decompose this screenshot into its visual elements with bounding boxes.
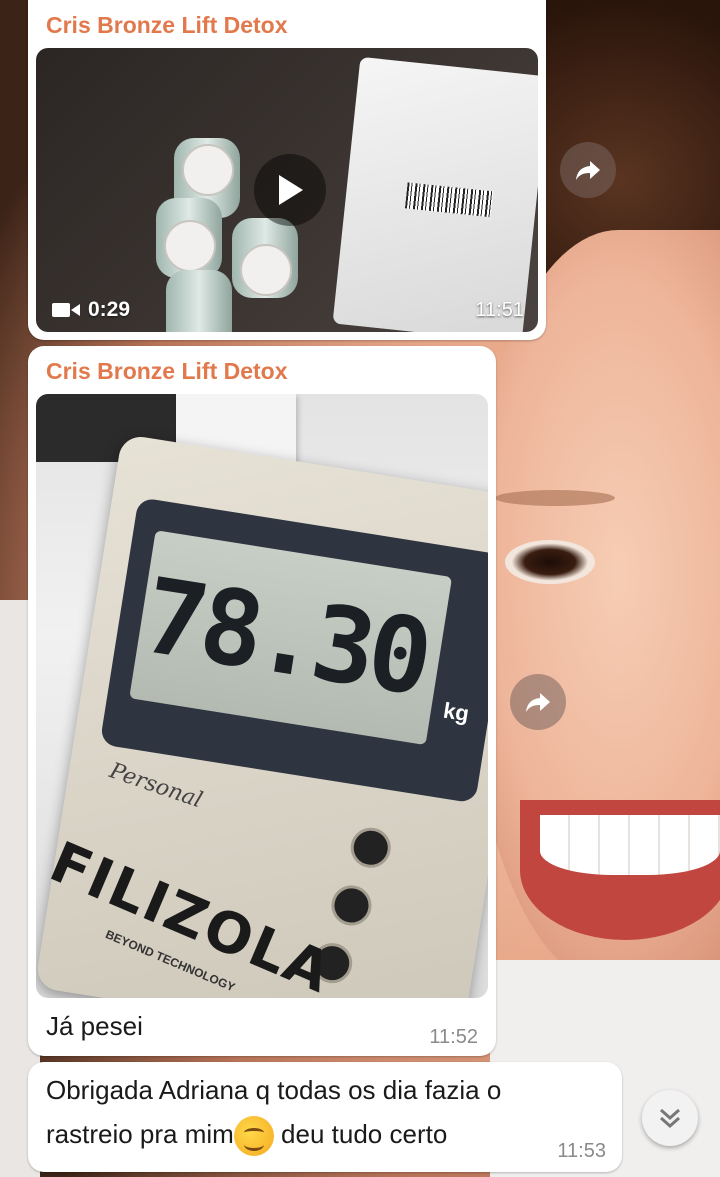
shipping-package <box>332 56 538 332</box>
message-text-part: deu tudo certo <box>273 1119 448 1149</box>
message-line-1: Obrigada Adriana q todas os dia fazia o <box>46 1075 502 1105</box>
forward-button[interactable] <box>560 142 616 198</box>
forward-icon <box>576 161 600 180</box>
play-button[interactable] <box>254 154 326 226</box>
scale-knob <box>347 824 394 871</box>
forward-button[interactable] <box>510 674 566 730</box>
photo-image[interactable]: 78.30 kg Personal FILIZOLA BEYOND TECHNO… <box>36 394 488 998</box>
message-line-2: rastreio pra mim deu tudo certo <box>46 1112 616 1157</box>
message-time: 11:53 <box>557 1140 606 1162</box>
bottle-cap <box>182 144 234 196</box>
scale-reading: 78.30 <box>129 530 453 746</box>
scale-model: Personal <box>106 758 206 814</box>
sender-name[interactable]: Cris Bronze Lift Detox <box>46 358 288 385</box>
message-text[interactable]: Obrigada Adriana q todas os dia fazia o … <box>28 1062 622 1172</box>
wallpaper-eye <box>505 540 595 584</box>
bottle-cap <box>240 244 292 296</box>
duration-text: 0:29 <box>88 298 131 321</box>
message-body: Obrigada Adriana q todas os dia fazia o … <box>46 1068 616 1157</box>
barcode <box>404 182 494 218</box>
video-camera-icon <box>52 303 80 317</box>
message-video[interactable]: Cris Bronze Lift Detox 0:29 11:51 <box>28 0 546 340</box>
photo-background: 78.30 kg Personal FILIZOLA BEYOND TECHNO… <box>36 394 488 998</box>
message-photo[interactable]: Cris Bronze Lift Detox 78.30 kg Personal… <box>28 346 496 1056</box>
message-text-part: rastreio pra mim <box>46 1119 234 1149</box>
scale-knob <box>328 882 375 929</box>
double-chevron-down-icon <box>660 1108 680 1129</box>
sender-name[interactable]: Cris Bronze Lift Detox <box>46 12 288 39</box>
video-duration: 0:29 <box>52 298 130 322</box>
wallpaper-teeth <box>540 815 720 875</box>
video-thumbnail[interactable]: 0:29 11:51 <box>36 48 538 332</box>
bottle <box>166 270 232 332</box>
scroll-to-bottom-button[interactable] <box>642 1090 698 1146</box>
play-icon <box>279 175 303 205</box>
scale-display: 78.30 kg <box>99 497 488 804</box>
scale-unit: kg <box>441 697 471 727</box>
bottle-cap <box>164 220 216 272</box>
smiling-face-with-hearts-emoji <box>233 1116 274 1157</box>
message-time: 11:52 <box>429 1026 478 1048</box>
forward-icon <box>526 693 550 712</box>
wallpaper-brow <box>495 490 615 506</box>
message-time: 11:51 <box>475 299 524 321</box>
bathroom-scale: 78.30 kg Personal FILIZOLA BEYOND TECHNO… <box>36 433 488 998</box>
photo-caption: Já pesei <box>46 1011 143 1041</box>
